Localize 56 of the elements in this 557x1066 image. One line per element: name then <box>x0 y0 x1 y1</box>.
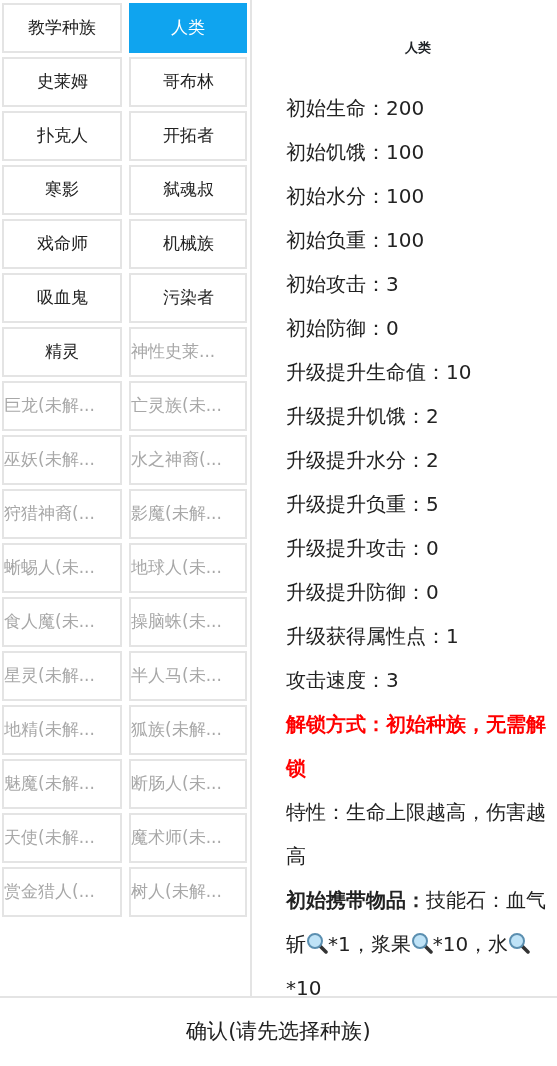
race-button[interactable]: 教学种族 <box>2 3 122 53</box>
race-button[interactable]: 赏金猎人(... <box>2 867 122 917</box>
race-button[interactable]: 树人(未解... <box>129 867 247 917</box>
race-button[interactable]: 寒影 <box>2 165 122 215</box>
stat-text: 升级提升负重：5 <box>286 490 440 518</box>
search-icon[interactable] <box>508 931 531 954</box>
race-button[interactable]: 影魔(未解... <box>129 489 247 539</box>
search-icon[interactable] <box>410 931 433 954</box>
stat-text: 初始水分：100 <box>286 182 426 210</box>
race-button[interactable]: 神性史莱... <box>129 327 247 377</box>
stat-text: 初始饥饿：100 <box>286 138 426 166</box>
race-button[interactable]: 狩猎神裔(... <box>2 489 122 539</box>
stat-text: 升级提升攻击：0 <box>286 534 440 562</box>
stat-text: 初始攻击：3 <box>286 270 400 298</box>
race-button[interactable]: 弑魂叔 <box>129 165 247 215</box>
race-button[interactable]: 史莱姆 <box>2 57 122 107</box>
stat-text: 升级获得属性点：1 <box>286 622 460 650</box>
race-button[interactable]: 魔术师(未... <box>129 813 247 863</box>
stat-text: 初始防御：0 <box>286 314 400 342</box>
race-button[interactable]: 断肠人(未... <box>129 759 247 809</box>
race-button[interactable]: 半人马(未... <box>129 651 247 701</box>
race-button[interactable]: 星灵(未解... <box>2 651 122 701</box>
race-button[interactable]: 吸血鬼 <box>2 273 122 323</box>
race-button[interactable]: 狐族(未解... <box>129 705 247 755</box>
race-button[interactable]: 地精(未解... <box>2 705 122 755</box>
race-button[interactable]: 巫妖(未解... <box>2 435 122 485</box>
stat-text: 攻击速度：3 <box>286 666 400 694</box>
race-button[interactable]: 水之神裔(... <box>129 435 247 485</box>
race-button[interactable]: 戏命师 <box>2 219 122 269</box>
stat-text: 初始负重：100 <box>286 226 426 254</box>
race-button[interactable]: 蜥蜴人(未... <box>2 543 122 593</box>
confirm-button[interactable]: 确认(请先选择种族) <box>174 1010 383 1054</box>
race-title: 人类 <box>403 39 432 57</box>
stat-text: 升级提升饥饿：2 <box>286 402 440 430</box>
stat-text: 升级提升水分：2 <box>286 446 440 474</box>
search-icon[interactable] <box>306 931 328 954</box>
unlock-method-text: 解锁方式：初始种族，无需解锁 <box>286 710 547 782</box>
stat-text: 特性：生命上限越高，伤害越高 <box>286 798 547 870</box>
race-button[interactable]: 天使(未解... <box>2 813 122 863</box>
race-button[interactable]: 扑克人 <box>2 111 122 161</box>
race-button[interactable]: 魅魔(未解... <box>2 759 122 809</box>
race-button[interactable]: 开拓者 <box>129 111 247 161</box>
race-button[interactable]: 哥布林 <box>129 57 247 107</box>
race-button[interactable]: 食人魔(未... <box>2 597 122 647</box>
race-button[interactable]: 亡灵族(未... <box>129 381 247 431</box>
race-button[interactable]: 污染者 <box>129 273 247 323</box>
stat-text: 初始生命：200 <box>286 94 426 122</box>
race-button[interactable]: 机械族 <box>129 219 247 269</box>
race-button[interactable]: 地球人(未... <box>129 543 247 593</box>
starting-items-text: 初始携带物品：技能石：血气斩 *1，浆果 *10，水 *10 <box>286 886 547 996</box>
stat-text: 升级提升防御：0 <box>286 578 440 606</box>
stat-text: 升级提升生命值：10 <box>286 358 473 386</box>
race-button[interactable]: 精灵 <box>2 327 122 377</box>
race-button[interactable]: 操脑蛛(未... <box>129 597 247 647</box>
race-button[interactable]: 人类 <box>129 3 247 53</box>
race-button[interactable]: 巨龙(未解... <box>2 381 122 431</box>
